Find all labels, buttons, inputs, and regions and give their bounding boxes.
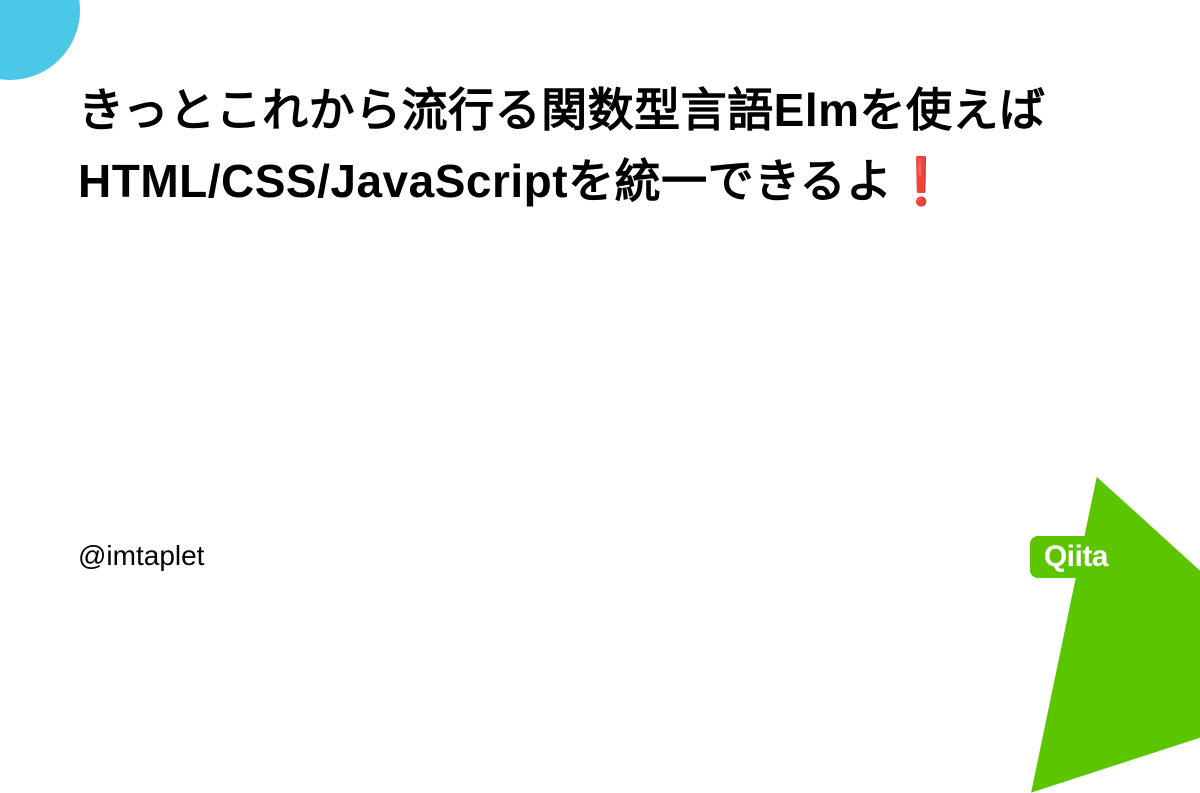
author-handle: @imtaplet [78,540,204,572]
exclamation-icon: ❗ [893,155,951,207]
decoration-triangle [945,427,1200,792]
decoration-circle [0,0,80,80]
article-title: きっとこれから流行る関数型言語Elmを使えばHTML/CSS/JavaScrip… [78,75,1122,218]
qiita-logo: Qiita [1030,536,1122,578]
